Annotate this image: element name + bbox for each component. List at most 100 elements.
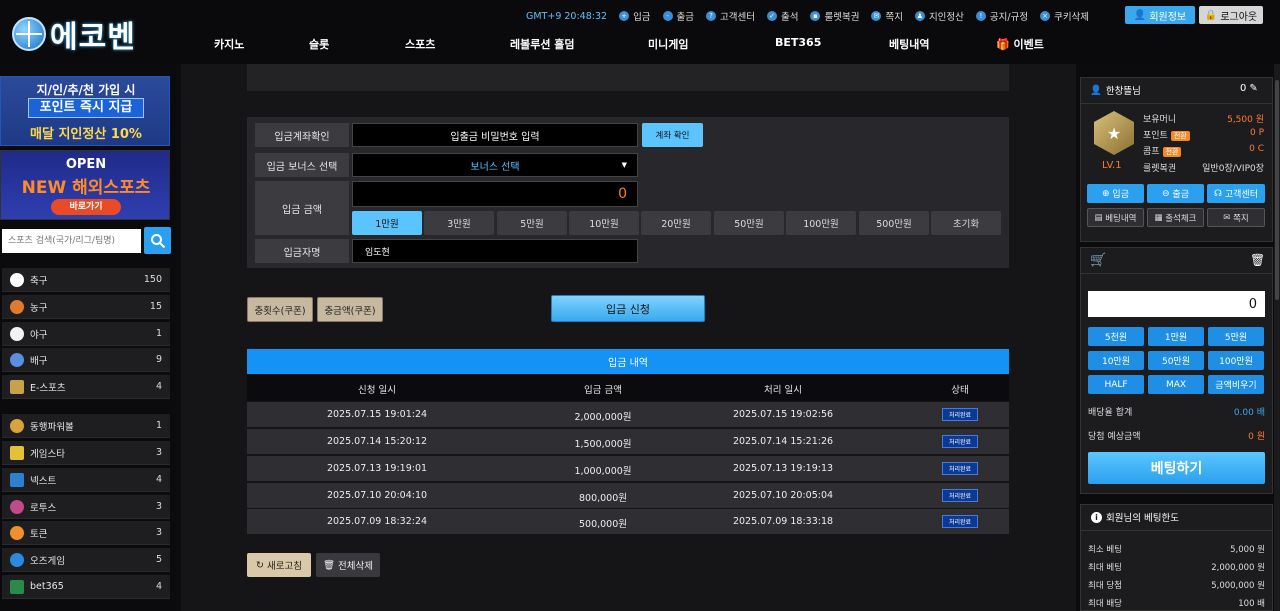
amount-reset-button[interactable]: 초기화 (931, 211, 1001, 235)
password-input[interactable]: 입출금 비밀번호 입력 (352, 123, 638, 147)
site-logo[interactable]: 에코벤 (12, 16, 136, 55)
sport-item-basketball[interactable]: 농구 15 (2, 295, 170, 319)
baseball-icon (10, 326, 24, 341)
bet365-icon (10, 579, 24, 594)
divider (1080, 273, 1273, 274)
account-check-button[interactable]: 계좌 확인 (642, 123, 703, 147)
nav-event[interactable]: 🎁 이벤트 (996, 36, 1044, 52)
amount-button-1m[interactable]: 100만원 (786, 211, 856, 235)
minigame-item-bet365[interactable]: bet365 4 (2, 575, 170, 599)
place-bet-button[interactable]: 베팅하기 (1088, 452, 1265, 484)
table-row: 2025.07.15 19:01:24 2,000,000원 2025.07.15 … (247, 402, 1009, 427)
nav-slot[interactable]: 슬롯 (309, 36, 329, 52)
referral-banner[interactable]: 지/인/추/천 가입 시 포인트 즉시 지급 매달 지인정산 10% (0, 76, 170, 146)
top-link-notice[interactable]: ! 공지/규정 (975, 9, 1028, 23)
chip-50k[interactable]: 5만원 (1208, 327, 1264, 346)
bonus-select[interactable]: 보너스 선택 ▼ (352, 153, 638, 177)
scrollbar-thumb[interactable] (1275, 80, 1279, 300)
nav-sports[interactable]: 스포츠 (405, 36, 435, 52)
minigame-item-ozgame[interactable]: 오즈게임 5 (2, 548, 170, 572)
refresh-icon: ↻ (256, 559, 264, 571)
username: 👤 한창뜰님 (1090, 84, 1141, 98)
table-row: 2025.07.10 20:04:10 800,000원 2025.07.10 20… (247, 483, 1009, 508)
nav-minigame[interactable]: 미니게임 (648, 36, 688, 52)
foreign-sports-banner[interactable]: OPEN NEW 해외스포츠 바로가기 (0, 150, 170, 220)
message-count[interactable]: 0 ✎ (1240, 83, 1258, 94)
top-link-message[interactable]: ✉ 쪽지 (871, 9, 903, 23)
betslip-clear-icon[interactable]: 🗑 (1250, 253, 1265, 267)
top-link-deposit[interactable]: + 입금 (619, 9, 651, 23)
point-convert-button[interactable]: 전환 (1170, 131, 1190, 141)
minigame-item-lotus[interactable]: 로투스 3 (2, 495, 170, 519)
lotus-icon (10, 499, 24, 514)
top-link-cookie[interactable]: × 쿠키삭제 (1040, 9, 1089, 23)
status-badge: 처리완료 (942, 408, 978, 421)
amount-button-50k[interactable]: 5만원 (497, 211, 567, 235)
panel-bethistory-button[interactable]: ▤ 베팅내역 (1087, 208, 1144, 227)
level-text: LV.1 (1102, 160, 1122, 171)
chip-10k[interactable]: 1만원 (1148, 327, 1204, 346)
chip-500k[interactable]: 50만원 (1148, 351, 1204, 370)
sport-search-button[interactable] (144, 227, 171, 254)
top-link-referral[interactable]: ♟ 지인정산 (914, 9, 964, 23)
calendar-icon: ▦ (1154, 212, 1163, 223)
depositor-label: 입금자명 (255, 239, 349, 263)
users-icon: ♟ (914, 11, 925, 21)
depositor-input[interactable]: 임도현 (352, 239, 638, 263)
panel-support-button[interactable]: ☊ 고객센터 (1207, 184, 1265, 203)
delete-all-button[interactable]: 🗑 전체삭제 (316, 553, 380, 577)
minigame-item-powerball[interactable]: 동행파워볼 1 (2, 414, 170, 438)
minigame-item-token[interactable]: 토큰 3 (2, 521, 170, 545)
chip-5k[interactable]: 5천원 (1088, 327, 1144, 346)
amount-button-500k[interactable]: 50만원 (714, 211, 784, 235)
go-button[interactable]: 바로가기 (51, 199, 121, 215)
top-link-withdraw[interactable]: - 출금 (662, 9, 694, 23)
chip-max[interactable]: MAX (1148, 375, 1204, 394)
member-info-button[interactable]: 👤 회원정보 (1125, 6, 1195, 24)
envelope-icon: ✉ (871, 11, 882, 21)
col-amount: 입금 금액 (584, 385, 622, 396)
panel-withdraw-button[interactable]: ⊖ 출금 (1147, 184, 1204, 203)
refresh-button[interactable]: ↻ 새로고침 (247, 553, 311, 577)
minigame-item-gamestar[interactable]: 게임스타 3 (2, 441, 170, 465)
amount-button-200k[interactable]: 20만원 (641, 211, 711, 235)
nav-holdem[interactable]: 레볼루션 홀덤 (510, 36, 575, 52)
minigame-item-next[interactable]: 넥스트 4 (2, 468, 170, 492)
chip-100k[interactable]: 10만원 (1088, 351, 1144, 370)
chip-clear[interactable]: 금액비우기 (1208, 375, 1264, 394)
amount-button-10k[interactable]: 1만원 (352, 211, 422, 235)
amount-button-100k[interactable]: 10만원 (569, 211, 639, 235)
top-link-attendance[interactable]: ✓ 출석 (767, 9, 798, 23)
nav-casino[interactable]: 카지노 (214, 36, 244, 52)
panel-attendance-button[interactable]: ▦ 출석체크 (1147, 208, 1204, 227)
amount-button-5m[interactable]: 500만원 (859, 211, 929, 235)
comp-convert-button[interactable]: 전환 (1162, 147, 1182, 157)
clock: GMT+9 20:48:32 (526, 10, 608, 22)
logout-button[interactable]: 🔒 로그아웃 (1199, 6, 1263, 24)
trash-icon: 🗑 (322, 559, 336, 571)
sport-item-baseball[interactable]: 야구 1 (2, 322, 170, 346)
withdraw-icon: - (662, 11, 673, 21)
amount-button-30k[interactable]: 3만원 (424, 211, 494, 235)
sport-item-soccer[interactable]: 축구 150 (2, 268, 170, 292)
coupon-count-button[interactable]: 충횟수(쿠폰) (247, 297, 313, 322)
panel-message-button[interactable]: ✉ 쪽지 (1207, 208, 1265, 227)
table-row: 2025.07.14 15:20:12 1,500,000원 2025.07.14 … (247, 429, 1009, 454)
gift-icon: 🎁 (996, 38, 1010, 51)
coupon-amount-button[interactable]: 충금액(쿠폰) (317, 297, 383, 322)
chip-half[interactable]: HALF (1088, 375, 1144, 394)
sport-search-input[interactable] (2, 229, 141, 253)
top-link-support[interactable]: ? 고객센터 (706, 9, 755, 23)
bet-amount-input[interactable]: 0 (1088, 291, 1265, 317)
chip-1m[interactable]: 100만원 (1208, 351, 1264, 370)
panel-deposit-button[interactable]: ⊕ 입금 (1087, 184, 1144, 203)
deposit-apply-button[interactable]: 입금 신청 (551, 295, 705, 322)
nav-bet365[interactable]: BET365 (775, 36, 821, 49)
sport-item-esports[interactable]: E-스포츠 4 (2, 375, 170, 399)
point-value: 0 P (1249, 128, 1264, 138)
top-link-roulette[interactable]: ▪ 룰렛복권 (810, 9, 859, 23)
sport-item-volleyball[interactable]: 배구 9 (2, 348, 170, 372)
headset-icon: ☊ (1214, 188, 1222, 199)
amount-input[interactable]: 0 (352, 181, 638, 207)
nav-bet-history[interactable]: 베팅내역 (889, 36, 929, 52)
